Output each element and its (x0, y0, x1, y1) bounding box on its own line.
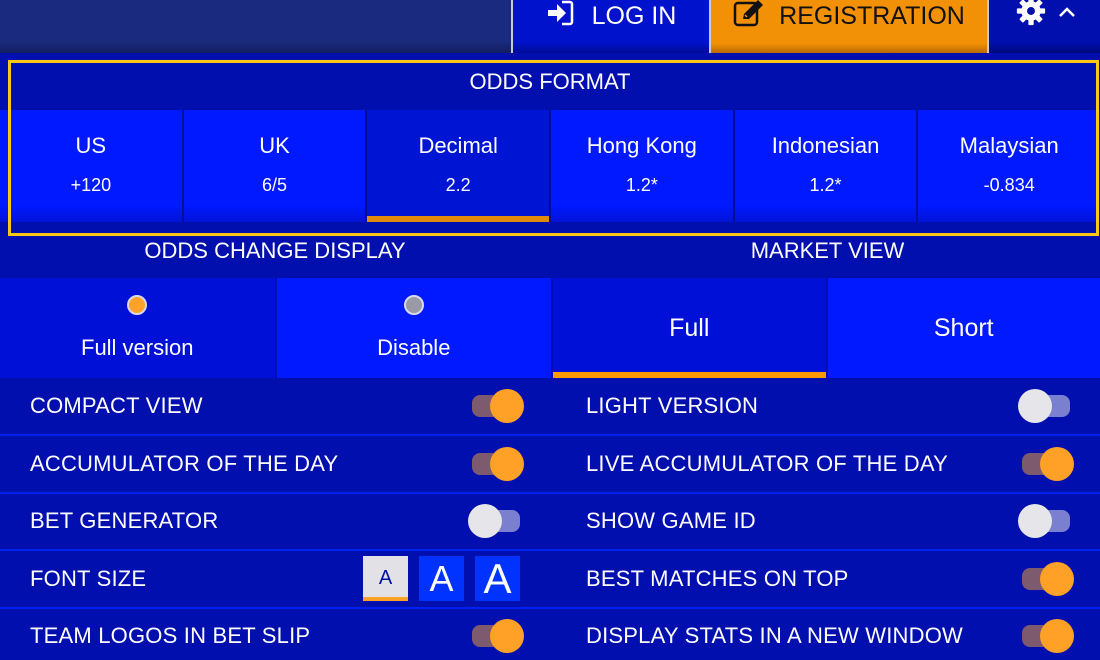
edit-icon (733, 0, 765, 34)
option-label: Full version (81, 335, 194, 360)
setting-show-game-id: SHOW GAME ID (550, 494, 1100, 550)
accumulator-toggle[interactable] (468, 446, 524, 482)
odds-option-name: Indonesian (771, 133, 880, 158)
odds-change-full-version[interactable]: Full version (0, 278, 275, 378)
setting-font-size: FONT SIZE A A A (0, 551, 550, 607)
setting-label: BET GENERATOR (30, 508, 219, 534)
setting-light-version: LIGHT VERSION (550, 378, 1100, 434)
market-view-short[interactable]: Short (827, 278, 1100, 378)
header-blank-area (0, 0, 511, 53)
option-label: Disable (377, 335, 451, 360)
registration-label: REGISTRATION (779, 2, 965, 30)
odds-option-name: UK (259, 133, 290, 158)
setting-label: COMPACT VIEW (30, 393, 203, 418)
best-matches-toggle[interactable] (1018, 561, 1074, 597)
bet-generator-toggle[interactable] (468, 503, 524, 539)
odds-option-indonesian[interactable]: Indonesian 1.2* (734, 110, 917, 222)
setting-compact-view: COMPACT VIEW (0, 378, 550, 434)
font-size-large-button[interactable]: A (475, 555, 520, 602)
top-header: LOG IN REGISTRATION (0, 0, 1100, 53)
setting-bet-generator: BET GENERATOR (0, 494, 550, 550)
show-game-id-toggle[interactable] (1018, 503, 1074, 539)
registration-button[interactable]: REGISTRATION (709, 0, 989, 53)
radio-unselected-icon (403, 295, 424, 315)
settings-list: COMPACT VIEW LIGHT VERSION ACCUMULATOR O… (0, 378, 1100, 660)
setting-display-stats-new-window: DISPLAY STATS IN A NEW WINDOW (550, 609, 1100, 660)
setting-label: TEAM LOGOS IN BET SLIP (30, 623, 311, 649)
team-logos-toggle[interactable] (468, 618, 524, 654)
login-label: LOG IN (591, 2, 677, 30)
setting-team-logos-in-bet-slip: TEAM LOGOS IN BET SLIP (0, 609, 550, 660)
odds-option-value: +120 (70, 175, 112, 195)
odds-option-hong-kong[interactable]: Hong Kong 1.2* (551, 110, 733, 222)
option-label: Full (669, 313, 710, 342)
font-size-medium-button[interactable]: A (419, 556, 464, 602)
settings-row: ACCUMULATOR OF THE DAY LIVE ACCUMULATOR … (0, 434, 1100, 492)
setting-label: ACCUMULATOR OF THE DAY (30, 450, 339, 476)
setting-best-matches-on-top: BEST MATCHES ON TOP (550, 551, 1100, 607)
odds-change-display-title: ODDS CHANGE DISPLAY (144, 238, 406, 263)
settings-row: TEAM LOGOS IN BET SLIP DISPLAY STATS IN … (0, 606, 1100, 660)
chevron-up-icon (1058, 0, 1076, 19)
setting-label: LIVE ACCUMULATOR OF THE DAY (586, 450, 948, 476)
odds-format-title: ODDS FORMAT (0, 62, 1100, 110)
sign-in-icon (546, 0, 574, 33)
settings-row: FONT SIZE A A A BEST MATCHES ON TOP (0, 549, 1100, 607)
odds-option-value: 6/5 (261, 175, 288, 195)
odds-change-display-options: Full version Disable (0, 278, 551, 378)
setting-label: SHOW GAME ID (586, 508, 756, 534)
login-button[interactable]: LOG IN (511, 0, 709, 53)
settings-row: BET GENERATOR SHOW GAME ID (0, 491, 1100, 550)
odds-option-malaysian[interactable]: Malaysian -0.834 (918, 110, 1100, 222)
setting-label: LIGHT VERSION (586, 393, 759, 418)
setting-label: DISPLAY STATS IN A NEW WINDOW (586, 623, 963, 649)
odds-option-value: 1.2* (809, 175, 842, 195)
odds-option-decimal[interactable]: Decimal 2.2 (367, 110, 550, 222)
odds-option-name: Hong Kong (586, 133, 697, 158)
settings-toggle[interactable] (989, 0, 1100, 53)
odds-option-name: US (75, 133, 107, 158)
odds-change-disable[interactable]: Disable (276, 278, 551, 378)
settings-row: COMPACT VIEW LIGHT VERSION (0, 378, 1100, 434)
odds-option-value: -0.834 (983, 175, 1035, 195)
compact-view-toggle[interactable] (468, 388, 524, 424)
market-view-full[interactable]: Full (553, 278, 826, 378)
odds-option-uk[interactable]: UK 6/5 (183, 110, 366, 222)
odds-option-value: 2.2 (445, 175, 471, 195)
odds-format-options: US +120 UK 6/5 Decimal 2.2 Hong Kong 1.2… (0, 110, 1100, 222)
setting-label: FONT SIZE (30, 565, 147, 591)
light-version-toggle[interactable] (1018, 388, 1074, 424)
odds-format-footer (0, 222, 1100, 236)
market-view-title: MARKET VIEW (750, 238, 905, 263)
font-size-selector: A A A (363, 555, 520, 602)
setting-label: BEST MATCHES ON TOP (586, 565, 849, 591)
odds-option-value: 1.2* (625, 175, 658, 195)
odds-option-name: Malaysian (959, 133, 1059, 158)
market-view-options: Full Short (553, 278, 1100, 378)
gear-icon (1014, 0, 1048, 26)
radio-selected-icon (127, 295, 148, 315)
odds-option-name: Decimal (418, 133, 498, 158)
setting-live-accumulator-of-the-day: LIVE ACCUMULATOR OF THE DAY (550, 436, 1100, 492)
option-label: Short (933, 313, 994, 342)
odds-option-us[interactable]: US +120 (0, 110, 182, 222)
live-accumulator-toggle[interactable] (1018, 446, 1074, 482)
font-size-small-button[interactable]: A (363, 556, 408, 602)
setting-accumulator-of-the-day: ACCUMULATOR OF THE DAY (0, 436, 550, 492)
display-stats-toggle[interactable] (1018, 618, 1074, 654)
